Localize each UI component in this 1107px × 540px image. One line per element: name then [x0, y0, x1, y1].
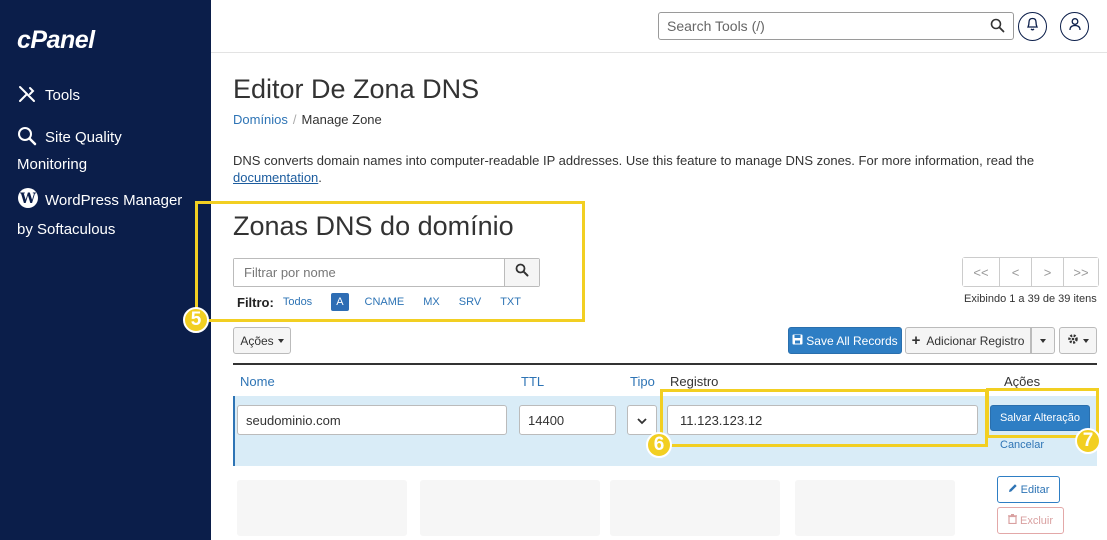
search-box[interactable] [658, 12, 1014, 40]
page-description: DNS converts domain names into computer-… [233, 152, 1093, 186]
sidebar-item-label-cont[interactable]: Monitoring [17, 151, 87, 179]
magnifier-icon [17, 126, 39, 146]
sidebar-item-label: WordPress Manager [45, 192, 183, 209]
acoes-label: Ações [240, 333, 274, 348]
sidebar-item-label: Site Quality [45, 129, 122, 146]
col-acoes: Ações [1004, 374, 1041, 389]
delete-button[interactable]: Excluir [997, 507, 1064, 534]
sidebar-item-tools[interactable]: Tools [17, 82, 80, 110]
svg-text:W: W [19, 191, 36, 207]
acoes-dropdown[interactable]: Ações [233, 327, 291, 354]
callout-number-7: 7 [1075, 428, 1101, 454]
callout-box-5 [195, 201, 585, 322]
ttl-field[interactable]: 14400 [519, 405, 616, 435]
wordpress-icon: W [17, 187, 39, 208]
add-record-dropdown[interactable] [1031, 327, 1055, 354]
sidebar-item-wordpress[interactable]: W WordPress Manager [17, 187, 182, 215]
floppy-icon [792, 334, 803, 348]
top-bar [211, 0, 1107, 53]
save-all-label: Save All Records [806, 333, 898, 348]
blurred-row-cell [237, 480, 407, 536]
pager-next[interactable]: > [1032, 258, 1064, 286]
caret-down-icon [1040, 338, 1046, 343]
sidebar-item-site-quality[interactable]: Site Quality [17, 124, 122, 152]
user-icon [1068, 17, 1082, 36]
caret-down-icon [1083, 338, 1089, 343]
plus-icon: + [911, 332, 921, 349]
search-icon[interactable] [990, 18, 1005, 38]
caret-down-icon [277, 338, 284, 343]
chevron-down-icon [637, 413, 647, 428]
callout-box-6 [660, 389, 988, 447]
gear-icon [1067, 333, 1079, 348]
tipo-select[interactable] [627, 405, 657, 435]
blurred-row-cell [610, 480, 780, 536]
callout-number-5: 5 [183, 307, 209, 333]
nome-field[interactable]: seudominio.com [237, 405, 507, 435]
callout-number-6: 6 [646, 432, 672, 458]
col-nome[interactable]: Nome [240, 374, 275, 389]
bell-icon [1026, 17, 1039, 36]
page-title: Editor De Zona DNS [233, 74, 480, 104]
user-menu-button[interactable] [1060, 12, 1089, 41]
pager-prev[interactable]: < [1000, 258, 1032, 286]
pager-last[interactable]: >> [1064, 258, 1098, 286]
pencil-icon [1008, 483, 1018, 496]
description-text: DNS converts domain names into computer-… [233, 153, 1035, 168]
pager-first[interactable]: << [963, 258, 1000, 286]
breadcrumb: Domínios / Manage Zone [233, 112, 382, 127]
add-record-label: Adicionar Registro [926, 333, 1025, 348]
trash-icon [1007, 514, 1017, 527]
description-end: . [318, 170, 322, 185]
col-registro: Registro [670, 374, 719, 389]
edit-button[interactable]: Editar [997, 476, 1060, 503]
sidebar-item-label: Tools [45, 87, 81, 104]
search-input[interactable] [659, 13, 979, 39]
save-all-button[interactable]: Save All Records [788, 327, 902, 354]
blurred-row-cell [420, 480, 600, 536]
add-record-button[interactable]: + Adicionar Registro [905, 327, 1031, 354]
tools-icon [17, 84, 39, 104]
col-tipo[interactable]: Tipo [630, 374, 655, 389]
documentation-link[interactable]: documentation [233, 170, 318, 185]
cancel-link[interactable]: Cancelar [1000, 439, 1044, 451]
sidebar-item-label-cont[interactable]: by Softaculous [17, 216, 115, 244]
sidebar: cPanel Tools Site Quality Monitoring W W… [0, 0, 211, 540]
breadcrumb-current: Manage Zone [301, 112, 382, 127]
breadcrumb-separator: / [292, 112, 297, 127]
settings-dropdown[interactable] [1059, 327, 1097, 354]
pagination: << < > >> [962, 257, 1099, 287]
blurred-row-cell [795, 480, 955, 536]
notifications-button[interactable] [1018, 12, 1047, 41]
col-ttl[interactable]: TTL [521, 374, 544, 389]
cpanel-logo[interactable]: cPanel [17, 26, 95, 55]
edit-label: Editar [1020, 483, 1050, 496]
delete-label: Excluir [1019, 514, 1053, 527]
table-header: Nome TTL Tipo Registro Ações [233, 363, 1097, 391]
showing-count: Exibindo 1 a 39 de 39 itens [964, 293, 1097, 305]
breadcrumb-link-dominios[interactable]: Domínios [233, 112, 288, 127]
